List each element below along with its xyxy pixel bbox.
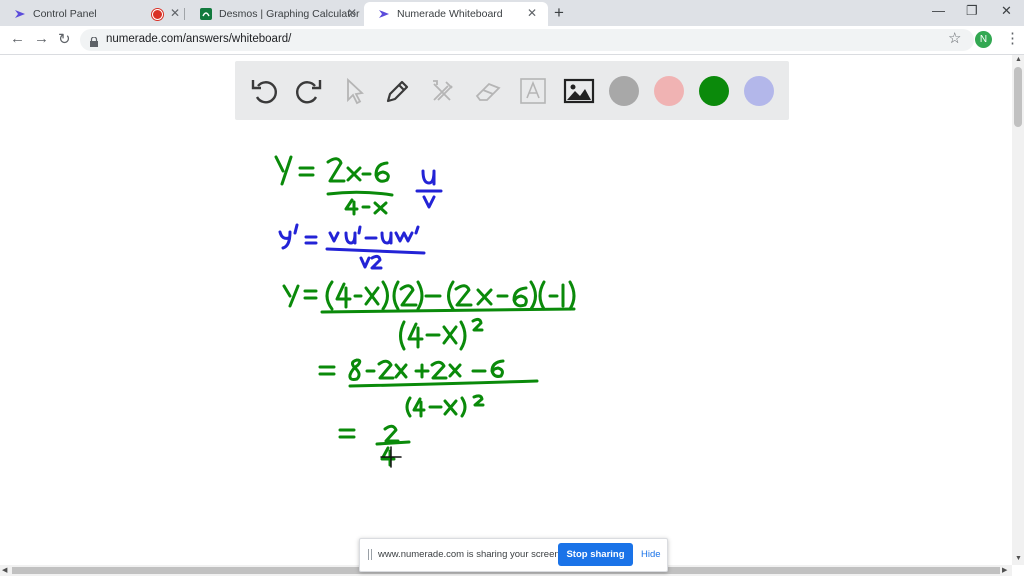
handwritten-line-2 (278, 223, 426, 270)
url-text: numerade.com/answers/whiteboard/ (106, 33, 292, 45)
numerade-logo-icon (378, 8, 390, 20)
handwritten-line-1 (274, 155, 394, 216)
whiteboard-toolbar (235, 61, 789, 120)
vertical-scroll-thumb[interactable] (1014, 67, 1022, 127)
color-swatch-pink[interactable] (654, 76, 684, 106)
tab-title: Desmos | Graphing Calculator (219, 8, 360, 20)
close-window-icon[interactable]: ✕ (1001, 3, 1012, 19)
recording-indicator-icon (152, 9, 163, 20)
pointer-tool-button[interactable] (337, 74, 371, 108)
tools-button[interactable] (426, 74, 460, 108)
vertical-scrollbar[interactable]: ▲ ▼ (1012, 55, 1024, 565)
tab-control-panel[interactable]: Control Panel ✕ (0, 2, 183, 26)
menu-kebab-icon[interactable]: ⋮ (1005, 29, 1020, 47)
eraser-tool-button[interactable] (471, 74, 505, 108)
handwritten-line-3 (282, 280, 576, 351)
profile-avatar[interactable]: N (975, 31, 992, 48)
tab-numerade-whiteboard[interactable]: Numerade Whiteboard ✕ (364, 2, 548, 26)
redo-icon (296, 80, 322, 104)
address-bar[interactable]: numerade.com/answers/whiteboard/ (80, 29, 974, 51)
back-icon[interactable]: ← (10, 30, 25, 47)
image-icon (563, 78, 595, 104)
text-icon (520, 78, 546, 104)
color-swatch-green[interactable] (699, 76, 729, 106)
undo-icon (251, 80, 277, 104)
hide-button[interactable]: Hide (641, 549, 661, 560)
color-swatch-lavender[interactable] (744, 76, 774, 106)
color-swatch-gray[interactable] (609, 76, 639, 106)
drag-handle-icon[interactable] (368, 549, 372, 560)
desmos-logo-icon (200, 8, 212, 20)
tools-icon (433, 80, 453, 101)
scroll-left-icon[interactable]: ◀ (2, 566, 7, 574)
numerade-logo-icon (14, 8, 26, 20)
undo-button[interactable] (247, 74, 281, 108)
tab-divider (184, 8, 185, 20)
handwritten-line-4 (318, 358, 539, 418)
forward-icon[interactable]: → (34, 30, 49, 47)
close-tab-icon[interactable]: ✕ (347, 6, 357, 20)
redo-button[interactable] (292, 74, 326, 108)
whiteboard-canvas[interactable] (0, 55, 1012, 565)
handwritten-uv (415, 169, 443, 209)
crosshair-cursor-icon (380, 446, 402, 468)
tab-strip: Control Panel ✕ Desmos | Graphing Calcul… (0, 0, 1024, 26)
new-tab-button[interactable]: + (554, 3, 564, 23)
scroll-up-icon[interactable]: ▲ (1015, 56, 1022, 63)
tab-title: Numerade Whiteboard (397, 8, 503, 20)
screen-share-bar: www.numerade.com is sharing your screen.… (359, 538, 668, 572)
stop-sharing-button[interactable]: Stop sharing (558, 543, 633, 566)
browser-toolbar: ← → ↻ numerade.com/answers/whiteboard/ (0, 26, 1024, 55)
restore-icon[interactable]: ❐ (966, 3, 978, 19)
bookmark-star-icon[interactable]: ☆ (948, 29, 961, 47)
eraser-icon (475, 82, 501, 101)
pointer-icon (347, 77, 364, 105)
text-tool-button[interactable] (516, 74, 550, 108)
minimize-icon[interactable]: — (932, 3, 945, 18)
handwritten-line-5 (338, 424, 411, 467)
close-tab-icon[interactable]: ✕ (170, 6, 180, 20)
close-tab-icon[interactable]: ✕ (527, 6, 537, 20)
tab-desmos[interactable]: Desmos | Graphing Calculator ✕ (186, 2, 363, 26)
pen-icon (386, 80, 409, 103)
scroll-right-icon[interactable]: ▶ (1002, 566, 1007, 574)
sharing-message: www.numerade.com is sharing your screen. (378, 549, 563, 560)
pen-tool-button[interactable] (381, 74, 415, 108)
scroll-down-icon[interactable]: ▼ (1015, 555, 1022, 562)
image-tool-button[interactable] (562, 74, 596, 108)
tab-title: Control Panel (33, 8, 97, 20)
lock-icon (90, 34, 98, 47)
reload-icon[interactable]: ↻ (58, 30, 71, 48)
